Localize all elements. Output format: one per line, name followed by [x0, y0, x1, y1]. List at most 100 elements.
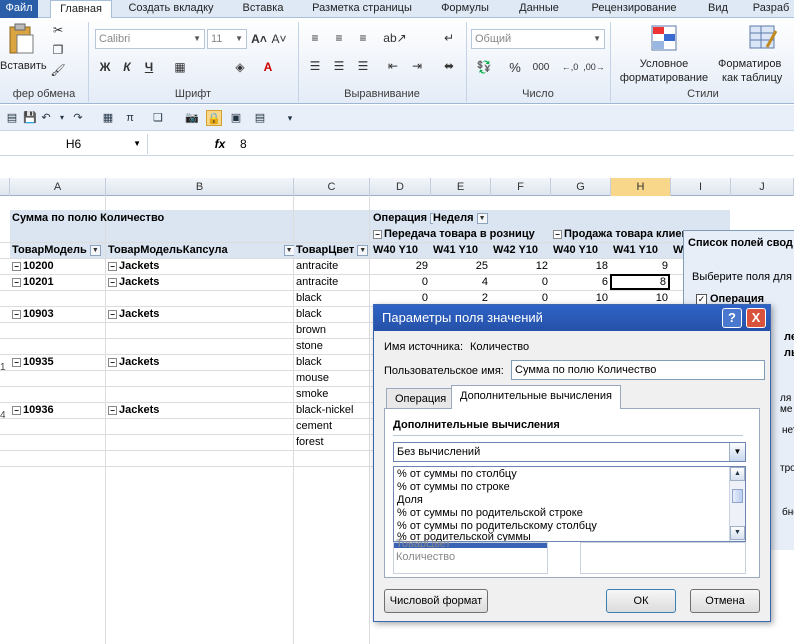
row-model[interactable]: −10936 — [12, 402, 104, 418]
wrap-text-icon[interactable]: ↵ — [440, 30, 458, 46]
row-model[interactable]: −10200 — [12, 258, 104, 274]
table-icon[interactable]: ▣ — [228, 110, 244, 126]
row-color[interactable]: stone — [296, 338, 368, 354]
cut-icon[interactable]: ✂ — [50, 22, 66, 38]
list-item[interactable]: Доля — [397, 494, 423, 507]
row-capsule[interactable]: − Jackets — [108, 402, 292, 418]
undo-icon[interactable]: ↶ — [38, 110, 54, 126]
close-icon[interactable]: X — [746, 308, 766, 328]
list-scrollbar[interactable]: ▲ ▼ — [729, 467, 745, 541]
paste-icon[interactable] — [6, 22, 36, 56]
custom-name-input[interactable]: Сумма по полю Количество — [511, 360, 765, 380]
italic-button[interactable]: К — [119, 58, 135, 76]
pivot-col-field-week[interactable]: Неделя ▼ — [433, 210, 503, 226]
value-cell[interactable]: 9 — [611, 258, 668, 274]
selected-cell-h6[interactable]: 8 — [610, 274, 670, 290]
row-number[interactable]: 4 — [0, 410, 8, 421]
align-right-icon[interactable]: ☰ — [354, 58, 372, 74]
tab-home[interactable]: Главная — [50, 0, 112, 19]
column-header-d[interactable]: D — [370, 178, 431, 196]
fill-color-icon[interactable]: ◈ — [230, 58, 250, 76]
column-header-a[interactable]: A — [10, 178, 106, 196]
collapse-icon[interactable]: − — [12, 405, 21, 415]
font-size-combo[interactable]: 11 ▼ — [207, 29, 247, 49]
decrease-indent-icon[interactable]: ⇤ — [384, 58, 402, 74]
row-model[interactable]: −10903 — [12, 306, 104, 322]
tab-formulas[interactable]: Формулы — [430, 0, 500, 18]
chevron-down-icon[interactable]: ▼ — [283, 244, 294, 256]
column-header-c[interactable]: C — [294, 178, 370, 196]
orientation-icon[interactable]: ab↗ — [383, 30, 406, 46]
list-item[interactable]: % от суммы по столбцу — [397, 468, 517, 481]
tab-create[interactable]: Создать вкладку — [118, 0, 224, 18]
row-model[interactable]: −10201 — [12, 274, 104, 290]
column-header-i[interactable]: I — [671, 178, 731, 196]
align-bottom-icon[interactable]: ≡ — [354, 30, 372, 46]
collapse-icon[interactable]: − — [108, 261, 117, 271]
row-capsule[interactable]: − Jackets — [108, 258, 292, 274]
row-number[interactable]: 1 — [0, 362, 8, 373]
row-color[interactable]: antracite — [296, 258, 368, 274]
calculation-options-list[interactable]: % от суммы по столбцу % от суммы по стро… — [393, 466, 746, 542]
format-as-table-label-2[interactable]: как таблицу — [722, 72, 794, 84]
value-cell[interactable]: 25 — [431, 258, 488, 274]
camera-icon[interactable]: 📷 — [184, 110, 200, 126]
align-top-icon[interactable]: ≡ — [306, 30, 324, 46]
tab-file[interactable]: Файл — [0, 0, 38, 18]
row-header-model[interactable]: ТоварМодель ▼ — [12, 242, 106, 258]
collapse-icon[interactable]: − — [108, 309, 117, 319]
scroll-thumb[interactable] — [732, 489, 743, 503]
conditional-formatting-label-2[interactable]: форматирование — [612, 72, 716, 84]
collapse-icon[interactable]: − — [12, 261, 21, 271]
format-as-table-icon[interactable] — [748, 24, 778, 52]
tab-developer[interactable]: Разраб — [748, 0, 794, 18]
chevron-down-icon[interactable]: ▼ — [357, 244, 369, 256]
row-header-capsule[interactable]: ТоварМодельКапсула ▼ — [108, 242, 294, 258]
row-capsule[interactable]: − Jackets — [108, 274, 292, 290]
list-item[interactable]: % от суммы по родительской строке — [397, 507, 583, 520]
borders-icon[interactable]: ▦ — [170, 58, 190, 76]
row-color[interactable]: brown — [296, 322, 368, 338]
row-color[interactable]: forest — [296, 434, 368, 450]
help-icon[interactable]: ? — [722, 308, 742, 328]
number-format-combo[interactable]: Общий ▼ — [471, 29, 605, 49]
column-header-e[interactable]: E — [431, 178, 491, 196]
row-color[interactable]: black — [296, 354, 368, 370]
copy-icon[interactable]: ❐ — [50, 42, 66, 58]
row-color[interactable]: black — [296, 290, 368, 306]
increase-indent-icon[interactable]: ⇥ — [408, 58, 426, 74]
pi-icon[interactable]: π — [122, 110, 138, 126]
pivot-data-field[interactable]: Сумма по полю Количество — [12, 210, 292, 226]
value-cell[interactable]: 0 — [370, 274, 428, 290]
column-header-h[interactable]: H — [611, 178, 671, 196]
tab-page-layout[interactable]: Разметка страницы — [300, 0, 424, 18]
print-icon[interactable]: ▤ — [252, 110, 268, 126]
calculation-select[interactable]: Без вычислений ▼ — [393, 442, 746, 462]
chevron-down-icon[interactable]: ▼ — [476, 212, 488, 224]
font-color-icon[interactable]: A — [258, 58, 278, 76]
customize-toolbar-icon[interactable]: ▾ — [282, 110, 298, 126]
dialog-title-bar[interactable]: Параметры поля значений — [374, 305, 770, 331]
redo-icon[interactable]: ↷ — [70, 110, 86, 126]
tab-insert[interactable]: Вставка — [232, 0, 294, 18]
collapse-icon[interactable]: − — [108, 277, 117, 287]
pivot-col-field-operation[interactable]: Операция▼ — [373, 210, 433, 226]
row-color[interactable]: black — [296, 306, 368, 322]
ok-button[interactable]: ОК — [606, 589, 676, 613]
collapse-icon[interactable]: − — [12, 309, 21, 319]
pivot-group-sales[interactable]: − Продажа товара клиен — [553, 226, 683, 242]
font-name-combo[interactable]: Calibri ▼ — [95, 29, 205, 49]
bold-button[interactable]: Ж — [97, 58, 113, 76]
cancel-button[interactable]: Отмена — [690, 589, 760, 613]
pivot-group-retail[interactable]: − Передача товара в розницу — [373, 226, 553, 242]
conditional-formatting-label-1[interactable]: Условное — [612, 58, 716, 70]
decrease-decimal-icon[interactable]: ,00→ — [583, 58, 605, 76]
row-color[interactable]: smoke — [296, 386, 368, 402]
currency-icon[interactable]: 💱 — [473, 58, 495, 76]
calendar-icon[interactable]: ▦ — [100, 110, 116, 126]
format-painter-icon[interactable]: 🖌 — [50, 62, 66, 78]
row-color[interactable]: black-nickel — [296, 402, 368, 418]
value-cell[interactable]: 6 — [551, 274, 608, 290]
row-color[interactable]: mouse — [296, 370, 368, 386]
value-cell[interactable]: 29 — [370, 258, 428, 274]
